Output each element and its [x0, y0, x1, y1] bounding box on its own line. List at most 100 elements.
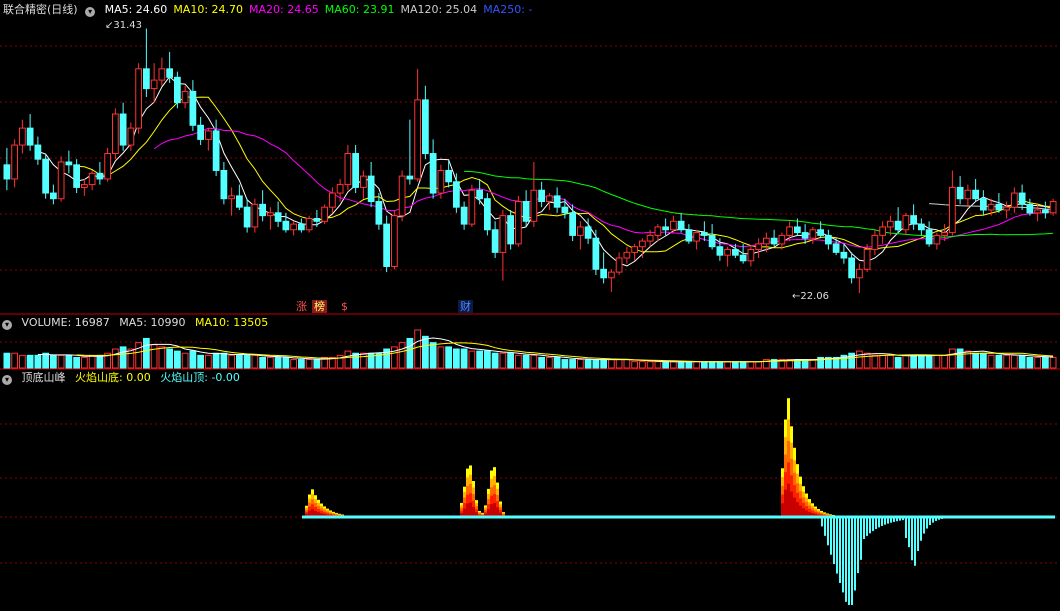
candle-body [507, 215, 514, 245]
candle-body [96, 172, 104, 180]
candle-body [1018, 192, 1026, 205]
candle-body [112, 113, 119, 155]
volume-bar [902, 354, 910, 369]
indicator-bottom-label: 火焰山底: 0.00 [75, 371, 151, 384]
volume-bar [414, 329, 421, 369]
volume-bar [894, 356, 902, 369]
event-tag-limit-up[interactable]: 涨 [294, 300, 309, 313]
volume-ma5: MA5: 10990 [119, 316, 186, 329]
candle-body [522, 201, 530, 222]
candle-body [677, 220, 685, 231]
volume-bar [236, 354, 243, 369]
candle-body [918, 223, 925, 231]
volume-bar [677, 361, 685, 369]
flame-bar-2 [799, 505, 802, 517]
volume-bar [220, 352, 228, 369]
candle-body [228, 195, 235, 200]
candle-body [460, 206, 468, 225]
candle-body [344, 153, 352, 186]
candle-body [220, 169, 228, 200]
candle-body [848, 257, 855, 279]
candle-body [251, 203, 259, 228]
candle-body [34, 144, 42, 160]
volume-bar [158, 346, 166, 369]
ma-item-2: MA20: 24.65 [249, 3, 319, 16]
candle-body [3, 164, 11, 180]
volume-bar [910, 354, 917, 369]
volume-bar [243, 354, 251, 369]
candle-body [1042, 209, 1049, 214]
chart-canvas[interactable] [0, 0, 1060, 611]
volume-bar [119, 346, 127, 369]
volume-bar [398, 342, 406, 369]
volume-bar [73, 356, 80, 369]
candle-body [181, 90, 189, 104]
event-tag-finance[interactable]: 财 [458, 300, 473, 313]
volume-bar [484, 350, 491, 369]
candle-body [391, 215, 398, 267]
event-tag-dollar[interactable]: $ [339, 300, 350, 313]
volume-bar [360, 352, 367, 369]
volume-bar [228, 354, 235, 369]
volume-bar [3, 352, 11, 369]
volume-bar [1026, 356, 1034, 369]
candle-body [65, 161, 73, 166]
volume-bar [460, 348, 468, 369]
volume-bar [143, 337, 150, 369]
volume-bar [81, 356, 88, 369]
volume-bar [1042, 356, 1049, 369]
volume-bar [654, 361, 662, 369]
candle-body [375, 201, 383, 225]
candle-body [608, 271, 615, 279]
volume-bar [406, 337, 414, 369]
candle-body [755, 243, 762, 251]
volume-bar [344, 350, 352, 369]
candle-body [546, 195, 553, 203]
volume-bar [499, 352, 507, 369]
candle-body [879, 226, 886, 236]
candle-body [1003, 206, 1010, 211]
candle-body [150, 79, 158, 90]
volume-bar [577, 359, 584, 369]
volume-bar [538, 356, 545, 369]
indicator-settings-icon[interactable]: ▾ [2, 375, 12, 385]
volume-bar [515, 354, 522, 369]
candle-body [716, 246, 724, 256]
candle-body [763, 237, 770, 245]
candle-body [360, 175, 367, 188]
volume-bar [522, 354, 530, 369]
volume-settings-icon[interactable]: ▾ [2, 320, 12, 330]
candle-body [778, 234, 786, 245]
volume-bar [34, 354, 42, 369]
candle-body [73, 164, 80, 188]
volume-bar [491, 352, 499, 369]
volume-bar [507, 352, 514, 369]
volume-bar [708, 361, 716, 369]
settings-icon[interactable]: ▾ [85, 7, 96, 17]
candle-body [50, 192, 57, 200]
volume-bar [639, 361, 646, 369]
volume-bar [174, 350, 181, 369]
candle-body [902, 215, 910, 231]
ma-item-4: MA120: 25.04 [400, 3, 478, 16]
volume-bar [476, 350, 483, 369]
event-tag-ranking[interactable]: 榜 [312, 300, 327, 313]
candle-body [654, 226, 662, 236]
candle-body [158, 68, 166, 81]
candle-body [119, 113, 127, 146]
volume-bar [732, 361, 739, 369]
candle-body [290, 223, 297, 231]
flame-bar-1 [490, 503, 493, 517]
volume-bar [600, 359, 607, 369]
flame-bar-2 [787, 483, 790, 517]
volume-bar [623, 359, 631, 369]
volume-bar [259, 356, 266, 369]
volume-bar [670, 361, 677, 369]
candle-body [615, 257, 623, 273]
volume-bar [646, 361, 654, 369]
volume-bar [1003, 354, 1010, 369]
volume-bar [305, 359, 313, 369]
volume-bar [631, 361, 638, 369]
flame-bar-2 [790, 491, 793, 517]
volume-bar [724, 361, 731, 369]
